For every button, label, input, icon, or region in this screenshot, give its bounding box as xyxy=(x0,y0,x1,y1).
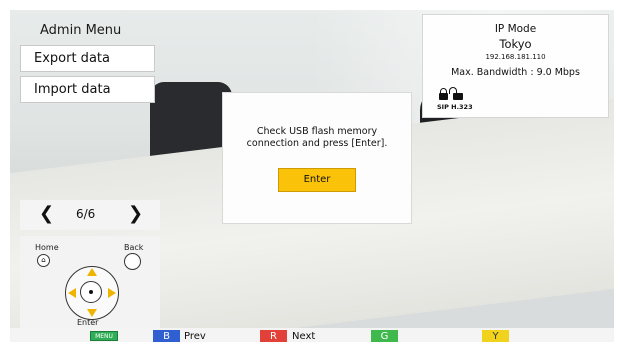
function-key-bar: MENU B Prev R Next G Y xyxy=(10,328,614,342)
arrow-down-icon xyxy=(87,309,97,317)
connection-status-panel: IP Mode Tokyo 192.168.181.110 Max. Bandw… xyxy=(422,14,609,118)
ip-mode-label: IP Mode xyxy=(494,23,537,35)
dialog-message-line2: connection and press [Enter]. xyxy=(246,138,388,149)
enter-center-icon xyxy=(80,281,102,303)
enter-button[interactable]: Enter xyxy=(278,168,356,192)
page-counter: 6/6 xyxy=(76,207,96,221)
protocol-label: SIP H.323 xyxy=(437,103,473,111)
next-label: Next xyxy=(292,331,316,342)
usb-prompt-dialog: Check USB flash memory connection and pr… xyxy=(222,92,412,224)
blue-key[interactable]: B xyxy=(153,330,180,342)
menu-key[interactable]: MENU xyxy=(90,331,118,341)
chevron-left-icon[interactable]: ❮ xyxy=(39,203,54,224)
dialog-message-line1: Check USB flash memory xyxy=(256,126,378,137)
prev-label: Prev xyxy=(184,331,206,342)
lock-icon xyxy=(439,88,448,100)
unlock-icon xyxy=(449,87,463,100)
back-label: Back xyxy=(124,243,144,252)
arrow-left-icon xyxy=(68,288,76,298)
menu-item-import-data[interactable]: Import data xyxy=(20,76,155,103)
arrow-right-icon xyxy=(108,288,116,298)
red-key[interactable]: R xyxy=(260,330,287,342)
remote-control-guide: Home Back ⌂ Enter xyxy=(20,236,160,332)
dpad-icon xyxy=(65,266,119,320)
arrow-up-icon xyxy=(87,268,97,276)
yellow-key[interactable]: Y xyxy=(482,330,509,342)
home-label: Home xyxy=(35,243,59,252)
page-navigator: ❮ 6/6 ❯ xyxy=(20,200,160,230)
menu-item-export-data[interactable]: Export data xyxy=(20,45,155,72)
max-bandwidth: Max. Bandwidth : 9.0 Mbps xyxy=(451,67,580,78)
ip-address: 192.168.181.110 xyxy=(485,53,546,61)
admin-menu-title: Admin Menu xyxy=(40,23,122,38)
dialog-message: Check USB flash memory connection and pr… xyxy=(223,126,411,150)
chevron-right-icon[interactable]: ❯ xyxy=(128,203,143,224)
green-key[interactable]: G xyxy=(371,330,398,342)
screen-frame: Admin Menu Export data Import data ❮ 6/6… xyxy=(10,10,614,342)
site-name: Tokyo xyxy=(499,37,532,51)
back-button-icon xyxy=(124,253,141,270)
enter-label: Enter xyxy=(77,318,99,327)
home-icon: ⌂ xyxy=(37,254,50,267)
